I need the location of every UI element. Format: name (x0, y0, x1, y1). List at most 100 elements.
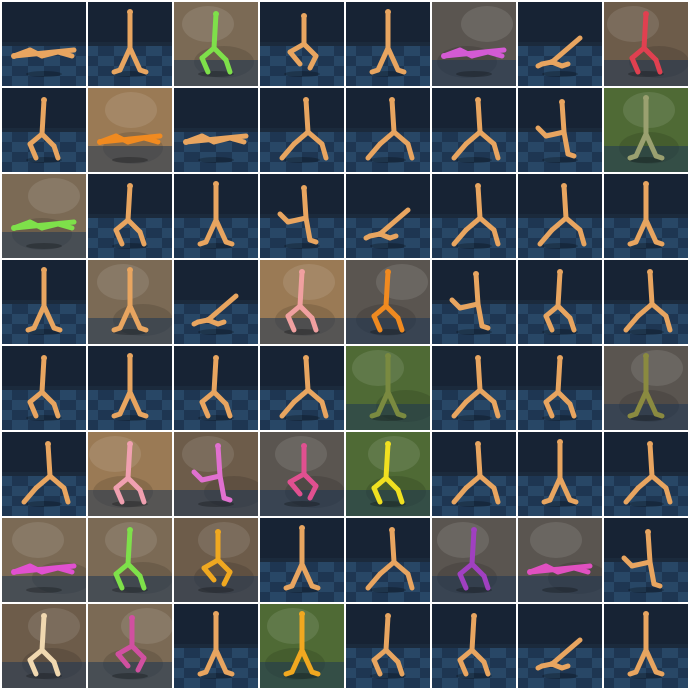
tile-image (604, 346, 688, 430)
figure-head (643, 95, 649, 101)
tile-image (2, 432, 86, 516)
tile-image (2, 518, 86, 602)
figure-limb (555, 355, 563, 395)
grid-tile (432, 88, 516, 172)
figure-head (643, 181, 649, 187)
tile-image (518, 174, 602, 258)
figure-head (301, 443, 307, 449)
tile-image (346, 604, 430, 688)
figure-head (41, 613, 47, 619)
figure-head (127, 267, 133, 273)
figure-head (299, 269, 305, 275)
tile-image (260, 604, 344, 688)
grid-tile (346, 346, 430, 430)
figure-limb (369, 411, 381, 419)
tile-image (174, 2, 258, 86)
grid-tile (346, 2, 430, 86)
figure-head (557, 355, 563, 361)
tile-image (260, 88, 344, 172)
figure-head (559, 99, 565, 105)
tile-image (432, 518, 516, 602)
tile-image (174, 260, 258, 344)
tile-image (604, 432, 688, 516)
grid-tile (174, 174, 258, 258)
grid-tile (604, 432, 688, 516)
figure-head (549, 661, 555, 667)
grid-tile (88, 2, 172, 86)
tile-image (2, 2, 86, 86)
figure-limb (215, 443, 223, 479)
figure-head (129, 615, 135, 621)
tile-image (518, 260, 602, 344)
figure-head (471, 527, 477, 533)
grid-tile (432, 346, 516, 430)
tile-image (88, 2, 172, 86)
figure-limb (653, 669, 665, 677)
grid-tile (260, 346, 344, 430)
figure-head (475, 355, 481, 361)
figure-head (643, 353, 649, 359)
tile-image (88, 346, 172, 430)
figure-limb (25, 325, 37, 333)
tile-image (346, 88, 430, 172)
figure-head (213, 355, 219, 361)
tile-image (346, 432, 430, 516)
figure-limb (541, 497, 553, 505)
figure-limb (39, 613, 47, 653)
figure-head (303, 355, 309, 361)
image-grid (0, 0, 690, 690)
grid-tile (346, 604, 430, 688)
figure-head (475, 441, 481, 447)
tile-image (346, 260, 430, 344)
figure-head (127, 9, 133, 15)
figure-limb (197, 239, 209, 247)
figure-limb (137, 67, 149, 75)
figure-head (301, 185, 307, 191)
tile-image (604, 604, 688, 688)
tile-image (88, 604, 172, 688)
grid-tile (346, 432, 430, 516)
tile-image (432, 346, 516, 430)
figure-head (385, 613, 391, 619)
grid-tile (2, 346, 86, 430)
figure-limb (383, 613, 391, 653)
figure-limb (39, 355, 47, 395)
tile-image (88, 518, 172, 602)
figure-head (215, 443, 221, 449)
grid-tile (604, 518, 688, 602)
grid-tile (174, 604, 258, 688)
figure-head (41, 267, 47, 273)
tile-image (174, 604, 258, 688)
figure-limb (559, 61, 571, 69)
figure-limb (297, 269, 305, 309)
figure-limb (283, 583, 295, 591)
tile-image (260, 346, 344, 430)
grid-tile (432, 518, 516, 602)
figure-head (385, 353, 391, 359)
grid-tile (260, 518, 344, 602)
tile-image (518, 518, 602, 602)
figure-limb (303, 355, 311, 393)
figure-head (389, 97, 395, 103)
grid-tile (2, 604, 86, 688)
grid-tile (174, 432, 258, 516)
figure-limb (383, 441, 391, 481)
figure-limb (475, 97, 483, 135)
grid-tile (88, 432, 172, 516)
grid-tile (174, 2, 258, 86)
figure-limb (387, 233, 399, 241)
tile-image (2, 174, 86, 258)
figure-limb (45, 441, 53, 479)
tile-image (346, 346, 430, 430)
grid-tile (604, 88, 688, 172)
grid-tile (604, 260, 688, 344)
grid-tile (174, 88, 258, 172)
figure-limb (559, 99, 567, 135)
figure-limb (627, 411, 639, 419)
figure-limb (303, 97, 311, 135)
grid-tile (604, 346, 688, 430)
tile-image (2, 604, 86, 688)
grid-tile (604, 2, 688, 86)
figure-head (557, 439, 563, 445)
tile-image (518, 432, 602, 516)
